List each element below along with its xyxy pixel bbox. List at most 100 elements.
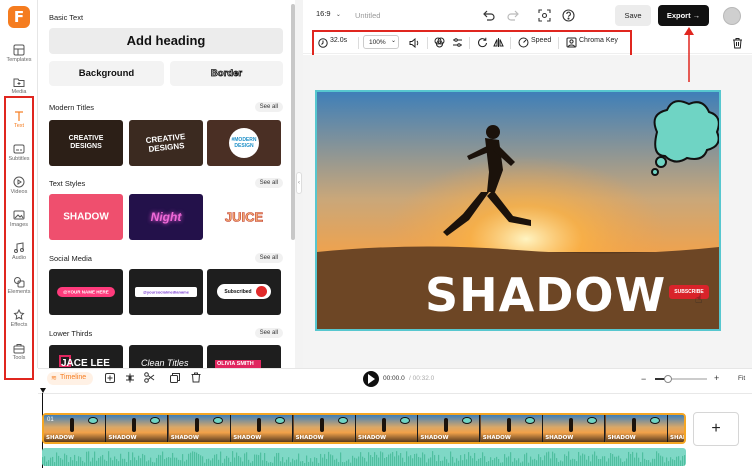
waveform-bar: [166, 457, 168, 466]
video-canvas[interactable]: SHADOW SUBSCRIBE ☝: [315, 90, 721, 331]
waveform-bar: [298, 453, 300, 466]
waveform-bar: [202, 456, 204, 466]
fit-button[interactable]: Fit: [738, 375, 745, 382]
waveform-bar: [656, 451, 658, 466]
trash-icon[interactable]: [732, 37, 743, 49]
thought-bubble-icon: [150, 417, 161, 424]
lower-third-2[interactable]: Clean Titles: [129, 345, 203, 368]
waveform-bar: [568, 451, 570, 466]
waveform-bar: [600, 458, 602, 466]
undo-icon[interactable]: [482, 10, 495, 21]
timeline-zoom-slider[interactable]: [655, 375, 707, 383]
aspect-ratio-dropdown[interactable]: 16:9 ⌄: [316, 9, 341, 18]
zoom-out-icon[interactable]: −: [641, 374, 646, 384]
waveform-bar: [150, 457, 152, 466]
runner-silhouette: [444, 418, 449, 432]
collapse-panel-icon[interactable]: ‹: [296, 172, 302, 194]
text-style-juice[interactable]: JUICE: [207, 194, 281, 240]
waveform-bar: [676, 456, 678, 466]
clip-frame: SHADOW: [418, 415, 481, 442]
waveform-bar: [296, 459, 298, 466]
save-button[interactable]: Save: [615, 5, 651, 26]
waveform-bar: [616, 456, 618, 466]
export-button[interactable]: Export →: [658, 5, 709, 26]
lower-third-3[interactable]: OLIVIA SMITH: [207, 345, 281, 368]
social-media-2[interactable]: @yoursocialmedianame: [129, 269, 203, 315]
waveform-bar: [90, 461, 92, 466]
avatar[interactable]: [723, 7, 741, 25]
waveform-bar: [410, 455, 412, 466]
waveform-bar: [442, 460, 444, 466]
annotation-arrow: [684, 27, 694, 82]
scissors-icon[interactable]: [144, 372, 155, 383]
thought-bubble-icon: [649, 417, 660, 424]
screenshot-icon[interactable]: [538, 9, 551, 22]
text-style-shadow[interactable]: SHADOW: [49, 194, 123, 240]
clip-frame: SHADOW: [543, 415, 606, 442]
waveform-bar: [558, 461, 560, 466]
waveform-bar: [52, 456, 54, 466]
split-icon[interactable]: [125, 373, 135, 383]
playhead-handle[interactable]: [40, 388, 46, 393]
waveform-bar: [56, 452, 58, 466]
background-text-button[interactable]: Background: [49, 61, 164, 86]
total-time: / 00:32.0: [409, 375, 435, 382]
social-media-1[interactable]: @YOUR NAME HERE: [49, 269, 123, 315]
modern-title-1[interactable]: CREATIVE DESIGNS: [49, 120, 123, 166]
see-all-button[interactable]: See all: [254, 253, 283, 263]
text-style-night[interactable]: Night: [129, 194, 203, 240]
waveform-bar: [222, 462, 224, 466]
audio-track[interactable]: [42, 448, 686, 466]
clip-frame: SHADOW: [356, 415, 418, 442]
waveform-bar: [352, 455, 354, 466]
waveform-bar: [68, 462, 70, 466]
redo-icon[interactable]: [507, 10, 520, 21]
see-all-button[interactable]: See all: [254, 102, 283, 112]
waveform-bar: [444, 456, 446, 466]
waveform-bar: [154, 462, 156, 466]
templates-icon: [13, 44, 25, 56]
project-title[interactable]: Untitled: [355, 11, 380, 20]
waveform-bar: [232, 451, 234, 466]
duplicate-icon[interactable]: [170, 373, 180, 383]
waveform-bar: [426, 462, 428, 466]
waveform-bar: [438, 454, 440, 466]
waveform-bar: [98, 457, 100, 466]
add-track-icon[interactable]: [105, 373, 115, 383]
border-text-button[interactable]: Border: [170, 61, 283, 86]
modern-title-3[interactable]: #MODERN DESIGN: [207, 120, 281, 166]
lower-third-1[interactable]: JACE LEE: [49, 345, 123, 368]
slider-knob[interactable]: [664, 375, 672, 383]
zoom-in-icon[interactable]: +: [714, 373, 719, 383]
waveform-bar: [268, 462, 270, 466]
waveform-bar: [456, 458, 458, 466]
waveform-bar: [524, 454, 526, 466]
app-logo[interactable]: F: [8, 6, 30, 28]
waveform-bar: [116, 459, 118, 466]
see-all-button[interactable]: See all: [254, 178, 283, 188]
play-button[interactable]: [363, 371, 379, 387]
see-all-button[interactable]: See all: [254, 328, 283, 338]
frame-text: SHADOW: [295, 435, 324, 441]
waveform-bar: [680, 460, 682, 466]
waveform-bar: [618, 455, 620, 466]
waveform-bar: [508, 456, 510, 466]
thumb-text: @YOUR NAME HERE: [63, 289, 109, 295]
social-media-3[interactable]: Subscribed: [207, 269, 281, 315]
add-heading-button[interactable]: Add heading: [49, 28, 283, 54]
rail-templates[interactable]: Templates: [0, 40, 38, 72]
waveform-bar: [216, 454, 218, 466]
waveform-bar: [650, 462, 652, 466]
canvas-title-text[interactable]: SHADOW: [425, 268, 666, 322]
video-clip[interactable]: 01 SHADOW SHADOW SHADOW SHADOW SHADOW SHADOW S…: [42, 413, 686, 444]
help-icon[interactable]: [562, 9, 575, 22]
add-clip-button[interactable]: +: [693, 412, 739, 446]
delete-icon[interactable]: [191, 372, 201, 383]
play-icon: [368, 374, 375, 384]
timeline-toggle[interactable]: ≋ Timeline: [47, 372, 93, 385]
waveform-bar: [252, 461, 254, 466]
waveform-bar: [44, 456, 46, 466]
waveform-bar: [538, 454, 540, 466]
waveform-bar: [54, 462, 56, 466]
modern-title-2[interactable]: CREATIVE DESIGNS: [129, 120, 203, 166]
